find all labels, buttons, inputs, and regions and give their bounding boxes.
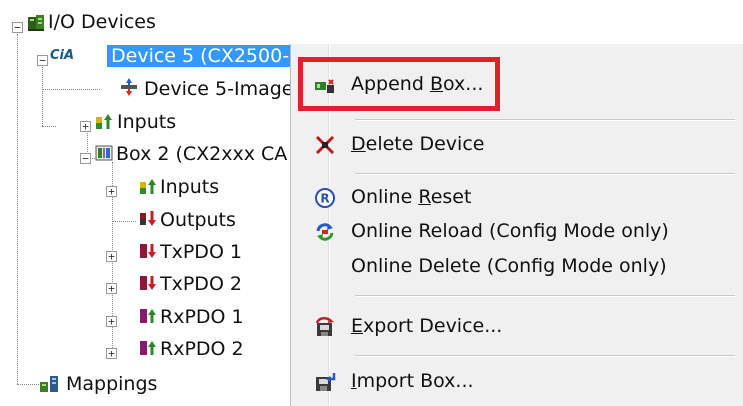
expand-toggle[interactable]: + bbox=[106, 348, 117, 359]
svg-text:R: R bbox=[320, 192, 329, 206]
import-box-menu-item[interactable]: Import Box... bbox=[291, 361, 743, 401]
online-delete-menu-item[interactable]: Online Delete (Config Mode only) bbox=[291, 246, 743, 286]
device-image-icon bbox=[121, 78, 137, 96]
tree-item-rxpdo2[interactable]: RxPDO 2 bbox=[160, 337, 244, 361]
collapse-toggle[interactable]: − bbox=[37, 55, 48, 66]
rxpdo-icon bbox=[140, 341, 156, 355]
tree-connector bbox=[17, 34, 18, 384]
menu-separator bbox=[355, 173, 735, 175]
tree-item-box2[interactable]: Box 2 (CX2xxx CA bbox=[116, 142, 287, 166]
export-icon bbox=[315, 317, 334, 336]
tree-item-io-devices[interactable]: I/O Devices bbox=[48, 10, 156, 34]
collapse-toggle[interactable]: − bbox=[12, 22, 23, 33]
tree-connector bbox=[17, 384, 39, 385]
expand-toggle[interactable]: + bbox=[106, 283, 117, 294]
tree-item-box-inputs[interactable]: Inputs bbox=[160, 175, 219, 199]
rxpdo-icon bbox=[140, 309, 156, 323]
menu-separator bbox=[355, 355, 735, 357]
tree-item-mappings[interactable]: Mappings bbox=[66, 372, 157, 396]
txpdo-icon bbox=[140, 276, 156, 290]
io-devices-icon bbox=[28, 15, 44, 31]
delete-icon bbox=[315, 135, 335, 155]
tree-item-device5-image[interactable]: Device 5-Image bbox=[144, 77, 293, 101]
cia-icon: CiA bbox=[50, 48, 75, 63]
mappings-icon bbox=[40, 376, 58, 392]
expand-toggle[interactable]: + bbox=[106, 186, 117, 197]
collapse-toggle[interactable]: − bbox=[80, 153, 91, 164]
tree-item-txpdo2[interactable]: TxPDO 2 bbox=[160, 272, 242, 296]
delete-device-menu-item[interactable]: Delete Device bbox=[291, 124, 743, 164]
online-reload-label: Online Reload (Config Mode only) bbox=[351, 220, 669, 242]
tree-item-inputs[interactable]: Inputs bbox=[117, 110, 176, 134]
tree-connector bbox=[42, 126, 56, 127]
txpdo-icon bbox=[140, 244, 156, 258]
online-delete-label: Online Delete (Config Mode only) bbox=[351, 255, 667, 277]
expand-toggle[interactable]: + bbox=[80, 121, 91, 132]
highlight-frame bbox=[298, 57, 500, 111]
box-icon bbox=[95, 145, 113, 161]
reset-icon: R bbox=[315, 188, 335, 208]
expand-toggle[interactable]: + bbox=[106, 251, 117, 262]
inputs-icon bbox=[140, 179, 156, 194]
reload-icon bbox=[316, 223, 334, 241]
expand-toggle[interactable]: + bbox=[106, 316, 117, 327]
online-reset-label: Online Reset bbox=[351, 186, 472, 208]
tree-item-rxpdo1[interactable]: RxPDO 1 bbox=[160, 305, 244, 329]
menu-separator bbox=[355, 119, 735, 121]
tree-connector bbox=[112, 221, 136, 222]
tree-item-box-outputs[interactable]: Outputs bbox=[160, 208, 236, 232]
tree-item-txpdo1[interactable]: TxPDO 1 bbox=[160, 240, 242, 264]
export-device-menu-item[interactable]: Export Device... bbox=[291, 306, 743, 346]
online-reload-menu-item[interactable]: Online Reload (Config Mode only) bbox=[291, 211, 743, 251]
import-box-label: Import Box... bbox=[351, 370, 474, 392]
inputs-icon bbox=[96, 114, 112, 129]
tree-connector bbox=[42, 89, 100, 90]
delete-device-label: Delete Device bbox=[351, 133, 485, 155]
outputs-icon bbox=[140, 211, 156, 226]
menu-separator bbox=[355, 295, 735, 297]
export-device-label: Export Device... bbox=[351, 315, 503, 337]
tree-connector bbox=[42, 64, 43, 126]
import-icon bbox=[316, 373, 336, 391]
